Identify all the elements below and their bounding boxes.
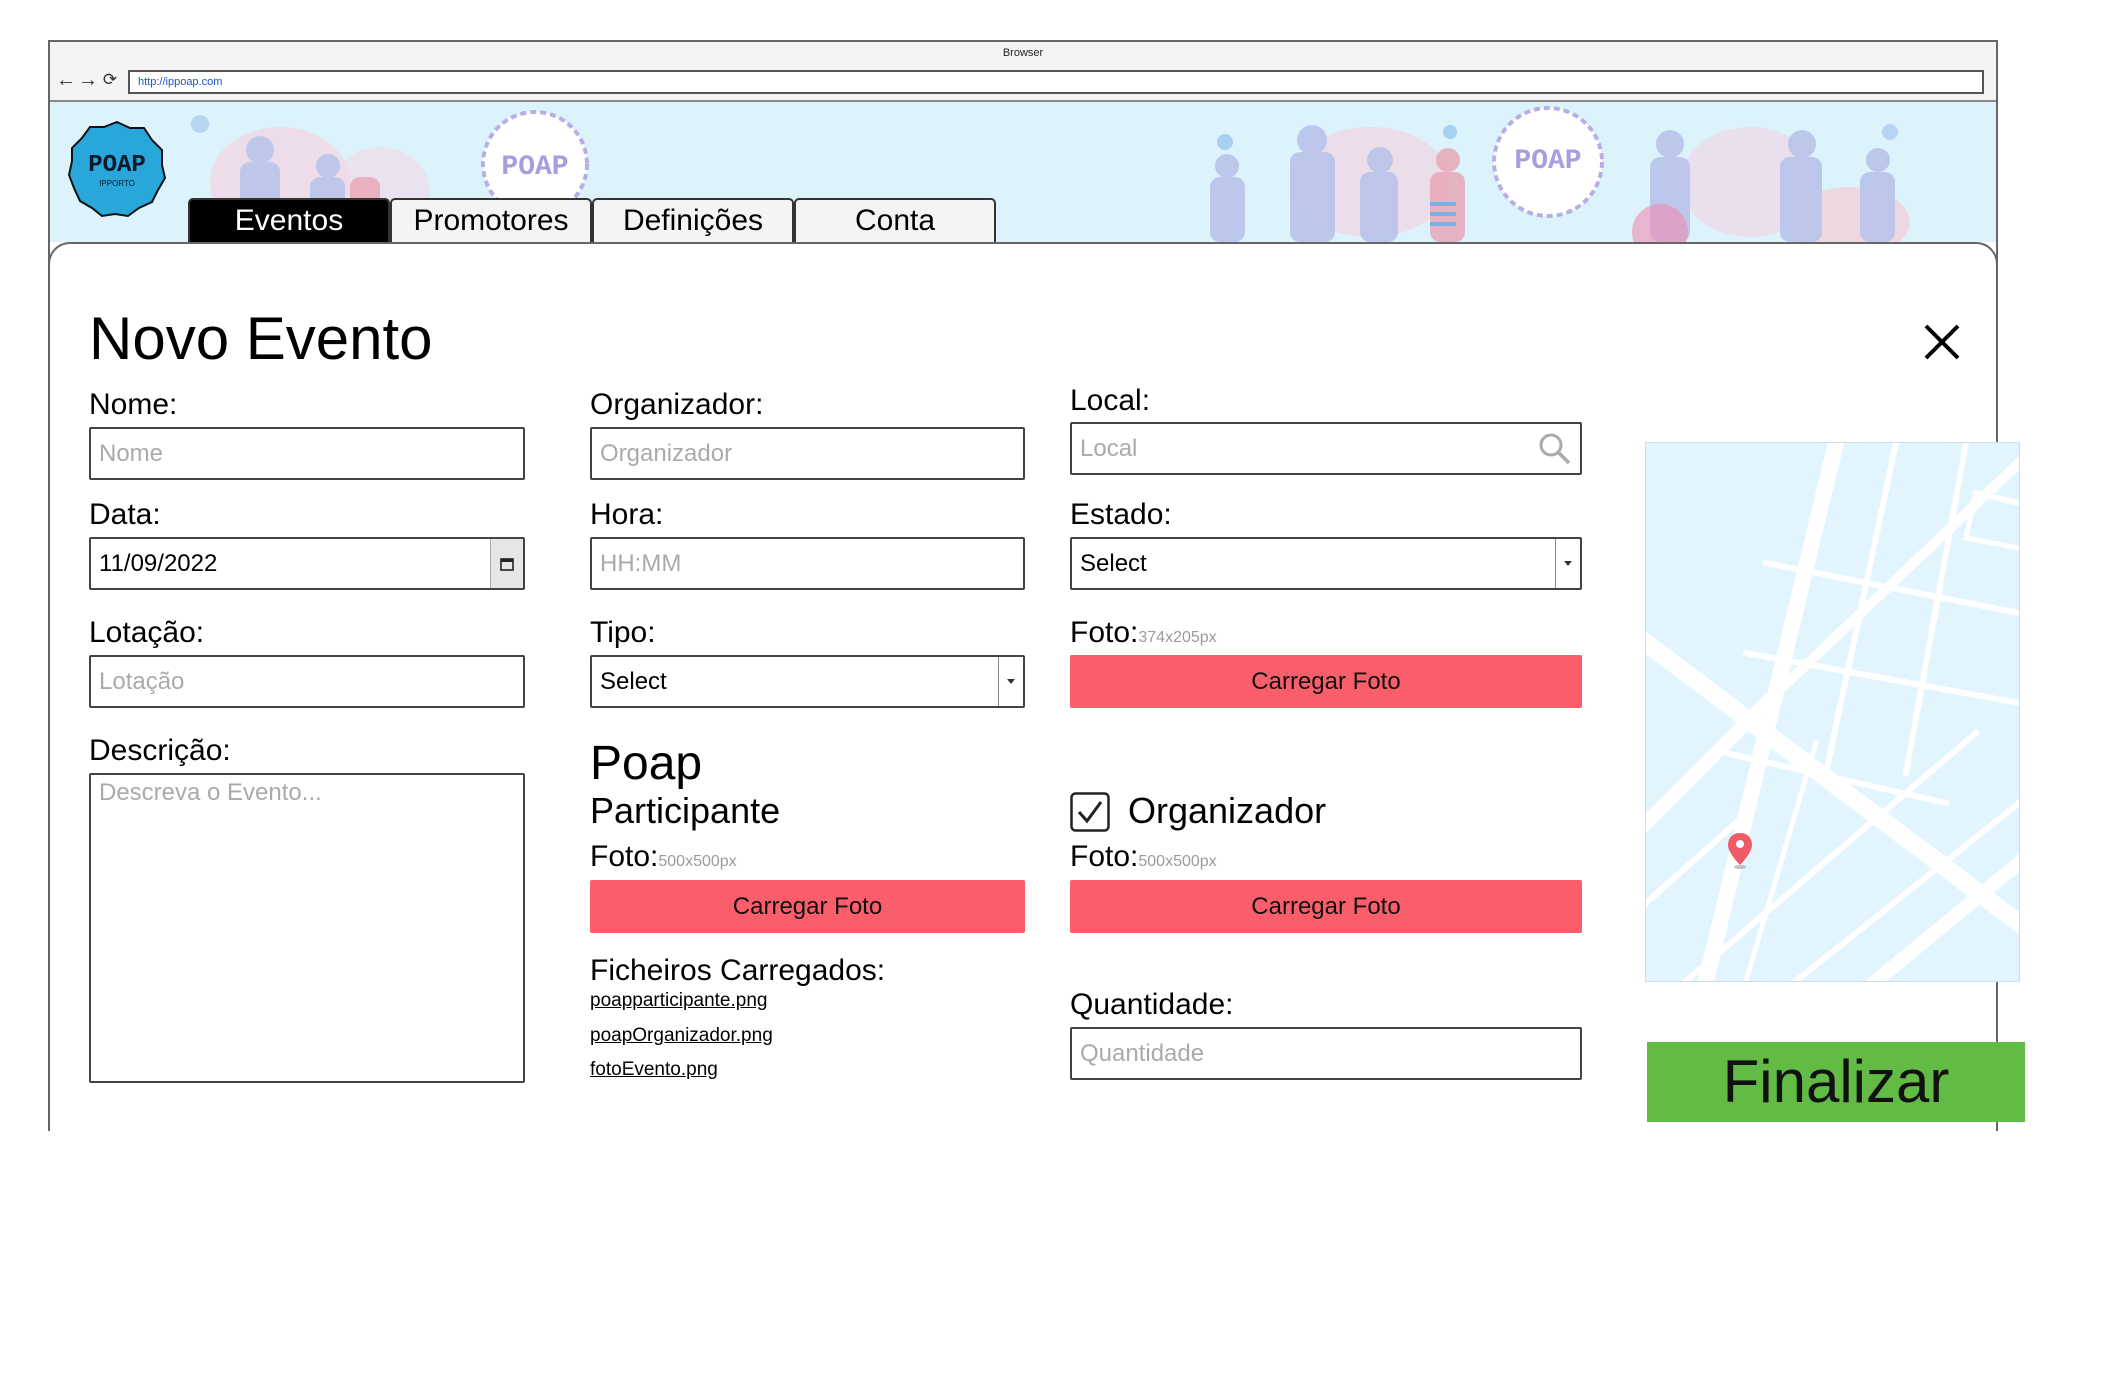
chevron-down-icon [998, 657, 1023, 706]
chevron-down-icon [1555, 539, 1580, 588]
organizador-foto-label: Foto:500x500px [1070, 840, 1217, 873]
local-placeholder: Local [1080, 435, 1138, 462]
estado-select[interactable]: Select [1070, 537, 1582, 590]
organizador-checkbox-label: Organizador [1128, 790, 1327, 831]
tab-conta[interactable]: Conta [794, 198, 996, 242]
poap-logo[interactable]: POAP IPPORTO [68, 120, 166, 218]
nome-input[interactable]: Nome [89, 427, 525, 480]
calendar-icon [500, 558, 514, 571]
finalizar-button[interactable]: Finalizar [1647, 1042, 2025, 1122]
descricao-label: Descrição: [89, 734, 231, 767]
file-link-participante[interactable]: poapparticipante.png [590, 990, 767, 1012]
forward-arrow-icon[interactable]: → [78, 70, 98, 90]
local-label: Local: [1070, 384, 1151, 417]
estado-select-value: Select [1080, 550, 1147, 577]
svg-text:POAP: POAP [501, 152, 568, 183]
map-pin-icon[interactable] [1726, 831, 1754, 871]
calendar-button[interactable] [490, 539, 523, 588]
tab-promotores[interactable]: Promotores [390, 198, 592, 242]
poap-participante-subtitle: Participante [590, 790, 781, 831]
organizador-foto-hint: 500x500px [1138, 853, 1217, 870]
lotacao-label: Lotação: [89, 616, 205, 649]
descricao-textarea[interactable]: Descreva o Evento... [89, 773, 525, 1083]
svg-text:POAP: POAP [1514, 146, 1581, 177]
organizador-label: Organizador: [590, 388, 764, 421]
tab-definicoes[interactable]: Definições [592, 198, 794, 242]
quantidade-label: Quantidade: [1070, 988, 1234, 1021]
logo-subtext: IPPORTO [99, 179, 135, 188]
reload-icon[interactable]: ⟳ [100, 70, 120, 90]
participante-upload-button[interactable]: Carregar Foto [590, 880, 1025, 933]
tab-eventos[interactable]: Eventos [188, 198, 390, 242]
close-icon[interactable] [1922, 322, 1962, 362]
data-label: Data: [89, 498, 161, 531]
file-link-organizador[interactable]: poapOrganizador.png [590, 1025, 773, 1047]
participante-foto-label: Foto:500x500px [590, 840, 737, 873]
estado-label: Estado: [1070, 498, 1172, 531]
file-link-foto-evento[interactable]: fotoEvento.png [590, 1059, 718, 1081]
hora-label: Hora: [590, 498, 664, 531]
foto-evento-label: Foto:374x205px [1070, 616, 1217, 649]
foto-evento-hint: 374x205px [1138, 629, 1217, 646]
browser-window: Browser ← → ⟳ http://ippoap.com POAP POA… [48, 40, 2025, 1131]
quantidade-input[interactable]: Quantidade [1070, 1027, 1582, 1080]
back-arrow-icon[interactable]: ← [56, 70, 76, 90]
organizador-checkbox[interactable] [1070, 792, 1110, 832]
page-title: Novo Evento [89, 305, 433, 372]
tipo-select[interactable]: Select [590, 655, 1025, 708]
hora-input[interactable]: HH:MM [590, 537, 1025, 590]
foto-evento-upload-button[interactable]: Carregar Foto [1070, 655, 1582, 708]
location-map[interactable] [1645, 442, 2020, 982]
browser-title: Browser [50, 42, 1996, 65]
poap-participante-title: Poap [590, 737, 703, 790]
data-value: 11/09/2022 [99, 550, 218, 577]
browser-navbar: ← → ⟳ http://ippoap.com [50, 64, 1996, 102]
tipo-select-value: Select [600, 668, 667, 695]
data-input[interactable]: 11/09/2022 [89, 537, 525, 590]
participante-foto-hint: 500x500px [658, 853, 737, 870]
nome-label: Nome: [89, 388, 178, 421]
tipo-label: Tipo: [590, 616, 656, 649]
organizador-input[interactable]: Organizador [590, 427, 1025, 480]
ficheiros-carregados-title: Ficheiros Carregados: [590, 954, 886, 987]
search-icon[interactable] [1538, 432, 1572, 466]
organizador-upload-button[interactable]: Carregar Foto [1070, 880, 1582, 933]
url-bar[interactable]: http://ippoap.com [128, 70, 1984, 94]
logo-text: POAP [88, 152, 146, 179]
lotacao-input[interactable]: Lotação [89, 655, 525, 708]
local-input[interactable]: Local [1070, 422, 1582, 475]
map-streets [1646, 443, 2019, 981]
poap-badge-right-icon: POAP [1492, 106, 1604, 218]
